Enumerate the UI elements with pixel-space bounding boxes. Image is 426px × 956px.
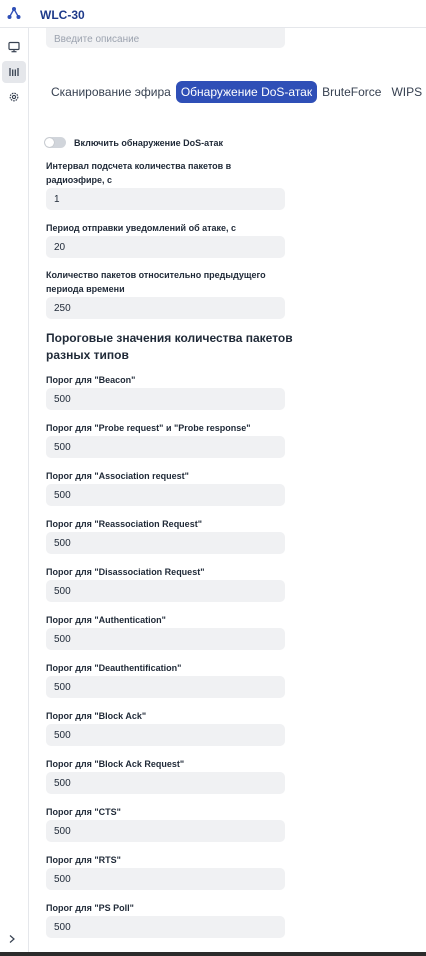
tab-air-scan[interactable]: Сканирование эфира (46, 81, 176, 103)
sidebar-item-monitoring[interactable] (2, 36, 26, 58)
threshold-deauthentification-input[interactable]: 500 (46, 676, 285, 698)
threshold-association-input[interactable]: 500 (46, 484, 285, 506)
threshold-label: Порог для "Disassociation Request" (46, 567, 205, 577)
threshold-label: Порог для "Beacon" (46, 375, 136, 385)
threshold-label: Порог для "Block Ack Request" (46, 759, 185, 769)
sidebar (0, 28, 29, 952)
threshold-reassociation-input[interactable]: 500 (46, 532, 285, 554)
packet-count-input[interactable]: 250 (46, 297, 285, 319)
field-label: Период отправки уведомлений об атаке, с (46, 223, 237, 233)
threshold-label: Порог для "CTS" (46, 807, 121, 817)
threshold-block-ack-request-input[interactable]: 500 (46, 772, 285, 794)
description-placeholder: Введите описание (54, 34, 140, 45)
toggle-label: Включить обнаружение DoS-атак (74, 137, 224, 148)
threshold-label: Порог для "Deauthentification" (46, 663, 182, 673)
notify-period-input[interactable]: 20 (46, 236, 285, 258)
signal-bars-icon (9, 68, 19, 76)
chevron-right-icon[interactable] (6, 933, 18, 945)
monitor-icon (8, 41, 20, 53)
threshold-ps-poll-input[interactable]: 500 (46, 916, 285, 938)
app-title: WLC-30 (40, 8, 85, 22)
threshold-disassociation-input[interactable]: 500 (46, 580, 285, 602)
gear-icon (9, 92, 19, 102)
tab-wips[interactable]: WIPS (386, 81, 426, 103)
toggle-knob (45, 138, 54, 147)
threshold-label: Порог для "Probe request" и "Probe respo… (46, 423, 251, 433)
threshold-label: Порог для "Reassociation Request" (46, 519, 202, 529)
packet-interval-input[interactable]: 1 (46, 188, 285, 210)
thresholds-title: Пороговые значения количества пакетов ра… (46, 331, 293, 362)
threshold-block-ack-input[interactable]: 500 (46, 724, 285, 746)
threshold-beacon-input[interactable]: 500 (46, 388, 285, 410)
threshold-label: Порог для "Association request" (46, 471, 189, 481)
sidebar-item-settings[interactable] (2, 86, 26, 108)
tab-bruteforce[interactable]: BruteForce (317, 81, 386, 103)
description-input[interactable]: Введите описание (46, 28, 285, 48)
threshold-rts-input[interactable]: 500 (46, 868, 285, 890)
threshold-label: Порог для "PS Poll" (46, 903, 134, 913)
threshold-label: Порог для "Block Ack" (46, 711, 147, 721)
threshold-cts-input[interactable]: 500 (46, 820, 285, 842)
bottom-border (0, 952, 426, 956)
sidebar-item-radio[interactable] (2, 61, 26, 83)
main-content: Введите описание Сканирование эфира Обна… (30, 28, 426, 952)
dos-detection-toggle[interactable] (44, 137, 66, 148)
tab-dos-detection[interactable]: Обнаружение DoS-атак (175, 81, 318, 103)
app-window: WLC-30 Введите описание Сканирование эфи… (0, 0, 426, 956)
top-bar: WLC-30 (0, 0, 426, 28)
tab-bar: Сканирование эфира Обнаружение DoS-атак … (46, 80, 426, 104)
threshold-authentication-input[interactable]: 500 (46, 628, 285, 650)
dos-toggle-row: Включить обнаружение DoS-атак (44, 137, 223, 148)
field-label: Количество пакетов относительно предыдущ… (46, 270, 266, 294)
field-label: Интервал подсчета количества пакетов в р… (46, 161, 232, 185)
threshold-label: Порог для "RTS" (46, 855, 121, 865)
threshold-probe-input[interactable]: 500 (46, 436, 285, 458)
threshold-label: Порог для "Authentication" (46, 615, 166, 625)
app-logo-icon[interactable] (7, 6, 21, 20)
